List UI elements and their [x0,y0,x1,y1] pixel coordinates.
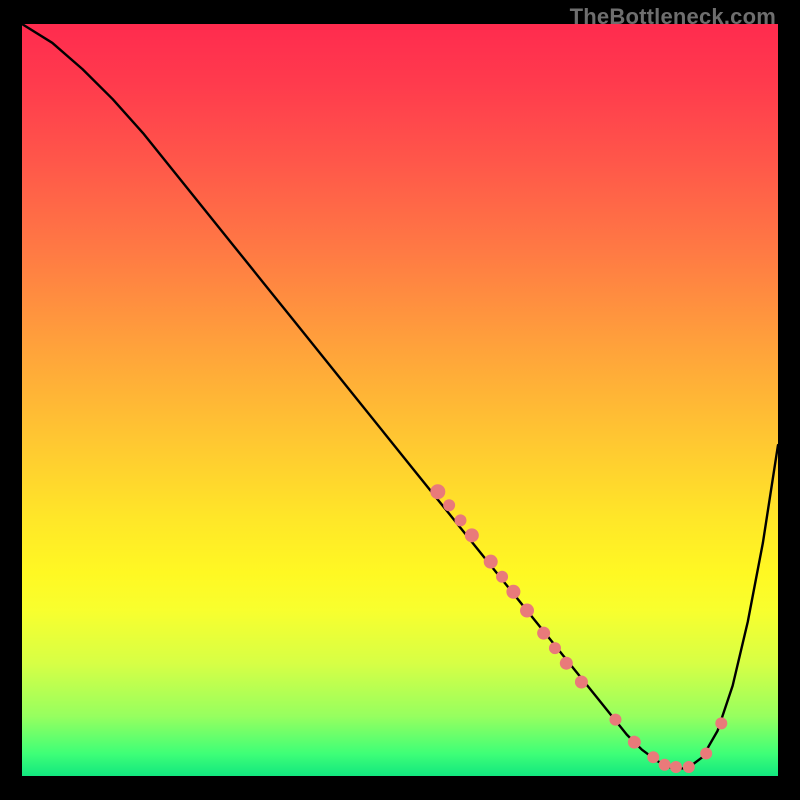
watermark-text: TheBottleneck.com [570,4,776,30]
marker-dot [520,604,534,618]
marker-dot [609,714,621,726]
marker-dots [430,484,727,773]
marker-dot [484,555,498,569]
marker-dot [537,627,550,640]
marker-dot [443,499,455,511]
plot-area [22,24,778,776]
marker-dot [560,657,573,670]
chart-svg [22,24,778,776]
marker-dot [465,528,479,542]
marker-dot [683,761,695,773]
marker-dot [549,642,561,654]
marker-dot [575,676,588,689]
bottleneck-curve [22,24,778,768]
marker-dot [496,571,508,583]
marker-dot [454,514,466,526]
marker-dot [628,736,641,749]
marker-dot [647,751,659,763]
marker-dot [715,717,727,729]
marker-dot [506,585,520,599]
marker-dot [430,484,445,499]
marker-dot [659,759,671,771]
marker-dot [670,761,682,773]
chart-container: TheBottleneck.com [0,0,800,800]
marker-dot [700,747,712,759]
